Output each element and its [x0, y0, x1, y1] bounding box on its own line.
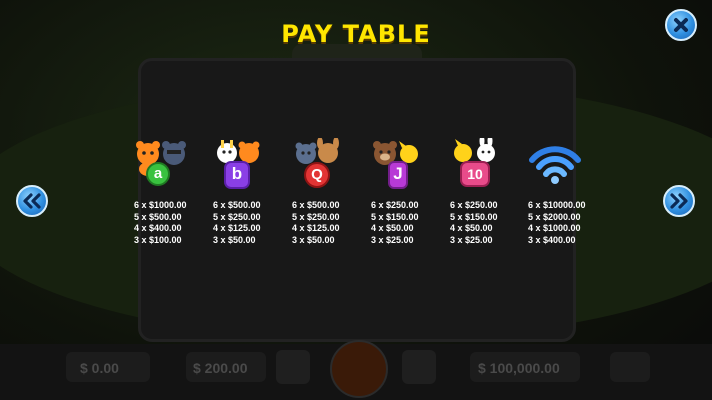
- credit-value-dimmed: $ 0.00: [80, 360, 119, 376]
- pay-line: 5 x $500.00: [134, 211, 182, 222]
- paytable-column-q: Q 6 x $500.00 5 x $250.00 4 x $125.00 3 …: [292, 137, 370, 246]
- wifi-wild-symbol: [528, 138, 606, 190]
- paytable-column-j: J 6 x $250.00 5 x $150.00 4 x $50.00 3 x…: [371, 138, 449, 246]
- pay-line: 5 x $250.00: [213, 211, 261, 222]
- letter-a-symbol: a: [134, 138, 212, 190]
- pay-list: 6 x $250.00 5 x $150.00 4 x $50.00 3 x $…: [371, 200, 449, 246]
- spin-button-dimmed: [330, 340, 388, 398]
- previous-page-button[interactable]: [16, 185, 48, 217]
- pay-line: 5 x $2000.00: [528, 211, 581, 222]
- pay-line: 5 x $150.00: [371, 211, 419, 222]
- symbol-letter: J: [393, 164, 403, 183]
- pay-list: 6 x $500.00 5 x $250.00 4 x $125.00 3 x …: [292, 200, 370, 246]
- letter-q-symbol: Q: [292, 137, 370, 190]
- pay-line: 6 x $500.00: [213, 200, 261, 210]
- pay-line: 4 x $50.00: [450, 223, 493, 233]
- symbol-letter: Q: [311, 166, 323, 183]
- paytable-column-wild: 6 x $10000.00 5 x $2000.00 4 x $1000.00 …: [528, 138, 606, 246]
- symbol-letter: b: [231, 164, 243, 183]
- menu-panel-dimmed: [610, 352, 650, 382]
- pay-line: 4 x $125.00: [292, 223, 340, 233]
- pay-list: 6 x $1000.00 5 x $500.00 4 x $400.00 3 x…: [134, 200, 212, 246]
- paytable-column-10: 10 6 x $250.00 5 x $150.00 4 x $50.00 3 …: [450, 135, 528, 246]
- pay-line: 4 x $1000.00: [528, 223, 581, 233]
- pay-list: 6 x $500.00 5 x $250.00 4 x $125.00 3 x …: [213, 200, 291, 246]
- pay-line: 6 x $500.00: [292, 200, 340, 210]
- pay-line: 4 x $400.00: [134, 223, 182, 233]
- close-x-icon: [674, 18, 688, 32]
- paytable-column-b: b 6 x $500.00 5 x $250.00 4 x $125.00 3 …: [213, 138, 291, 246]
- min-bet-button-dimmed: [276, 350, 310, 384]
- bet-value-dimmed: $ 200.00: [193, 360, 248, 376]
- pay-line: 6 x $250.00: [450, 200, 498, 210]
- pay-list: 6 x $250.00 5 x $150.00 4 x $50.00 3 x $…: [450, 200, 528, 246]
- pay-line: 4 x $125.00: [213, 223, 261, 233]
- wifi-signal-icon: [529, 146, 581, 184]
- pay-line: 5 x $150.00: [450, 211, 498, 222]
- pay-table-title: PAY TABLE: [281, 20, 431, 48]
- pay-line: 4 x $50.00: [371, 223, 414, 233]
- double-chevron-right-icon: [670, 193, 688, 209]
- pay-line: 3 x $50.00: [213, 234, 256, 245]
- pay-line: 6 x $10000.00: [528, 200, 586, 210]
- double-chevron-left-icon: [23, 193, 41, 209]
- letter-b-symbol: b: [213, 138, 291, 190]
- symbol-letter: a: [153, 165, 163, 182]
- pay-line: 6 x $1000.00: [134, 200, 187, 210]
- pay-line: 3 x $100.00: [134, 234, 182, 245]
- pay-line: 3 x $25.00: [371, 234, 414, 245]
- next-page-button[interactable]: [663, 185, 695, 217]
- pay-line: 5 x $250.00: [292, 211, 340, 222]
- win-value-dimmed: $ 100,000.00: [478, 360, 560, 376]
- pay-line: 3 x $25.00: [450, 234, 493, 245]
- close-button[interactable]: [665, 9, 697, 41]
- pay-line: 3 x $50.00: [292, 234, 335, 245]
- paytable-column-a: a 6 x $1000.00 5 x $500.00 4 x $400.00 3…: [134, 138, 212, 246]
- pay-list: 6 x $10000.00 5 x $2000.00 4 x $1000.00 …: [528, 200, 606, 246]
- letter-j-symbol: J: [371, 138, 449, 190]
- pay-line: 3 x $400.00: [528, 234, 576, 245]
- number-10-symbol: 10: [450, 135, 528, 190]
- pay-line: 6 x $250.00: [371, 200, 419, 210]
- symbol-letter: 10: [467, 166, 483, 182]
- max-bet-button-dimmed: [402, 350, 436, 384]
